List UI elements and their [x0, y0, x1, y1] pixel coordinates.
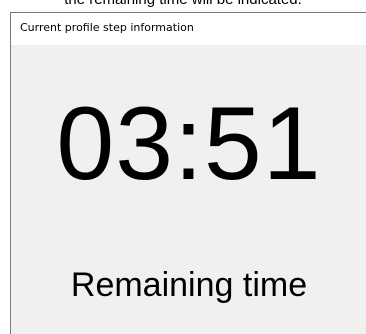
remaining-time-label: Remaining time [70, 266, 308, 304]
screenshot-canvas: the remaining time will be indicated. Cu… [0, 0, 366, 334]
window-title-bar[interactable]: Current profile step information [11, 13, 366, 45]
window-title: Current profile step information [20, 21, 194, 34]
remaining-time-value: 03:51 [56, 86, 322, 202]
document-caption-text: the remaining time will be indicated. [0, 0, 366, 9]
profile-step-information-window: Current profile step information 03:51 R… [10, 12, 366, 334]
